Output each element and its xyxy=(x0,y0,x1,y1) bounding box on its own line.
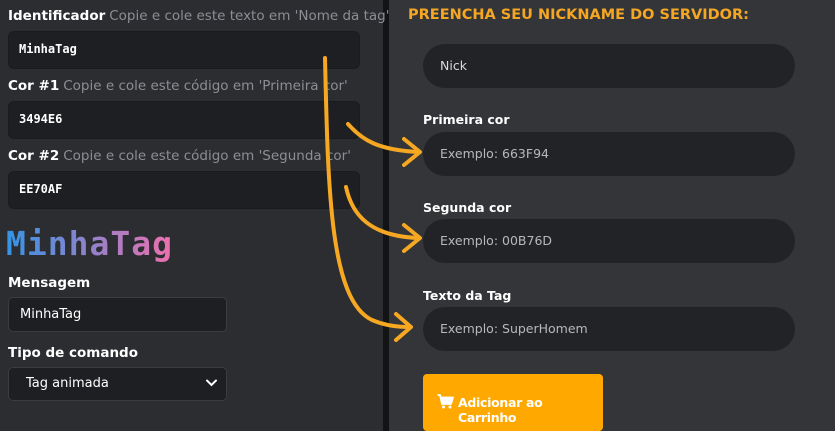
chevron-down-icon xyxy=(206,379,217,387)
add-to-cart-button[interactable]: Adicionar ao Carrinho xyxy=(423,374,603,431)
color2-field[interactable]: EE70AF xyxy=(8,171,360,209)
tag-text-label: Texto da Tag xyxy=(423,288,512,303)
color1-label-text: Cor #1 xyxy=(8,78,60,94)
nickname-title: PREENCHA SEU NICKNAME DO SERVIDOR: xyxy=(408,7,749,23)
color1-field[interactable]: 3494E6 xyxy=(8,101,360,139)
color1-hint: Copie e cole este código em 'Primeira co… xyxy=(63,78,348,94)
color2-hint: Copie e cole este código em 'Segunda cor… xyxy=(63,148,351,164)
identifier-label-text: Identificador xyxy=(8,8,106,24)
identifier-label: Identificador Copie e cole este texto em … xyxy=(8,8,389,24)
nick-value: Nick xyxy=(440,58,467,73)
add-to-cart-label: Adicionar ao Carrinho xyxy=(458,395,543,425)
message-value: MinhaTag xyxy=(20,307,82,322)
color2-label: Cor #2 Copie e cole este código em 'Segun… xyxy=(8,148,351,164)
second-color-placeholder: Exemplo: 00B76D xyxy=(440,233,553,248)
first-color-label: Primeira cor xyxy=(423,112,510,127)
command-type-label: Tipo de comando xyxy=(8,345,138,361)
tag-preview: MinhaTag xyxy=(6,224,173,263)
second-color-label: Segunda cor xyxy=(423,200,512,215)
identifier-field[interactable]: MinhaTag xyxy=(8,31,360,69)
shopping-cart-icon xyxy=(437,394,454,409)
command-type-select[interactable]: Tag animada xyxy=(8,367,227,401)
first-color-placeholder: Exemplo: 663F94 xyxy=(440,146,549,161)
message-field[interactable]: MinhaTag xyxy=(8,297,227,332)
identifier-value: MinhaTag xyxy=(19,42,77,56)
first-color-input[interactable]: Exemplo: 663F94 xyxy=(423,132,795,176)
color2-label-text: Cor #2 xyxy=(8,148,60,164)
second-color-input[interactable]: Exemplo: 00B76D xyxy=(423,219,795,263)
tag-text-input[interactable]: Exemplo: SuperHomem xyxy=(423,307,795,351)
color1-label: Cor #1 Copie e cole este código em 'Prime… xyxy=(8,78,348,94)
color2-value: EE70AF xyxy=(19,182,63,196)
color1-value: 3494E6 xyxy=(19,112,63,126)
tag-text-placeholder: Exemplo: SuperHomem xyxy=(440,321,588,336)
message-label: Mensagem xyxy=(8,275,91,291)
identifier-hint: Copie e cole este texto em 'Nome da tag' xyxy=(109,8,390,24)
command-type-value: Tag animada xyxy=(26,376,109,391)
nick-input[interactable]: Nick xyxy=(423,44,795,88)
